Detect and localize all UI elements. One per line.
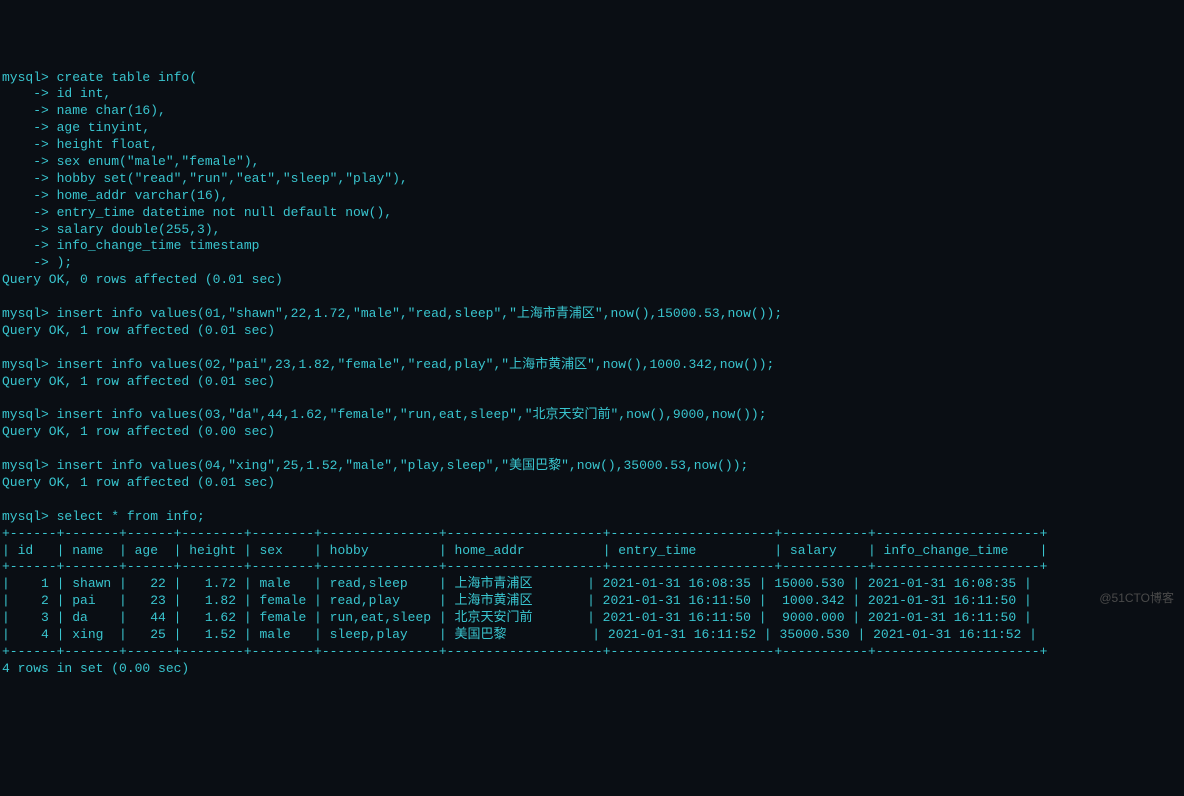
table-sep-mid: +------+-------+------+--------+--------… <box>2 559 1047 574</box>
insert-1-result: Query OK, 1 row affected (0.01 sec) <box>2 374 275 389</box>
table-sep-top: +------+-------+------+--------+--------… <box>2 526 1047 541</box>
insert-3-cmd: mysql> insert info values(04,"xing",25,1… <box>2 458 748 473</box>
create-line-5: -> sex enum("male","female"), <box>2 154 259 169</box>
create-line-11: -> ); <box>2 255 72 270</box>
select-cmd: mysql> select * from info; <box>2 509 205 524</box>
terminal-output[interactable]: mysql> create table info( -> id int, -> … <box>2 70 1184 678</box>
create-result: Query OK, 0 rows affected (0.01 sec) <box>2 272 283 287</box>
create-line-2: -> name char(16), <box>2 103 166 118</box>
table-row: | 1 | shawn | 22 | 1.72 | male | read,sl… <box>2 576 1032 591</box>
create-line-0: mysql> create table info( <box>2 70 197 85</box>
insert-2-result: Query OK, 1 row affected (0.00 sec) <box>2 424 275 439</box>
table-row: | 2 | pai | 23 | 1.82 | female | read,pl… <box>2 593 1032 608</box>
insert-1-cmd: mysql> insert info values(02,"pai",23,1.… <box>2 357 774 372</box>
create-line-1: -> id int, <box>2 86 111 101</box>
create-line-3: -> age tinyint, <box>2 120 150 135</box>
table-row: | 4 | xing | 25 | 1.52 | male | sleep,pl… <box>2 627 1037 642</box>
create-line-10: -> info_change_time timestamp <box>2 238 259 253</box>
watermark: @51CTO博客 <box>1099 591 1174 607</box>
table-header: | id | name | age | height | sex | hobby… <box>2 543 1047 558</box>
create-line-9: -> salary double(255,3), <box>2 222 220 237</box>
create-line-8: -> entry_time datetime not null default … <box>2 205 392 220</box>
create-line-4: -> height float, <box>2 137 158 152</box>
insert-0-result: Query OK, 1 row affected (0.01 sec) <box>2 323 275 338</box>
create-line-7: -> home_addr varchar(16), <box>2 188 228 203</box>
table-sep-bot: +------+-------+------+--------+--------… <box>2 644 1047 659</box>
insert-3-result: Query OK, 1 row affected (0.01 sec) <box>2 475 275 490</box>
rows-result: 4 rows in set (0.00 sec) <box>2 661 189 676</box>
create-line-6: -> hobby set("read","run","eat","sleep",… <box>2 171 408 186</box>
insert-2-cmd: mysql> insert info values(03,"da",44,1.6… <box>2 407 767 422</box>
insert-0-cmd: mysql> insert info values(01,"shawn",22,… <box>2 306 782 321</box>
table-row: | 3 | da | 44 | 1.62 | female | run,eat,… <box>2 610 1032 625</box>
